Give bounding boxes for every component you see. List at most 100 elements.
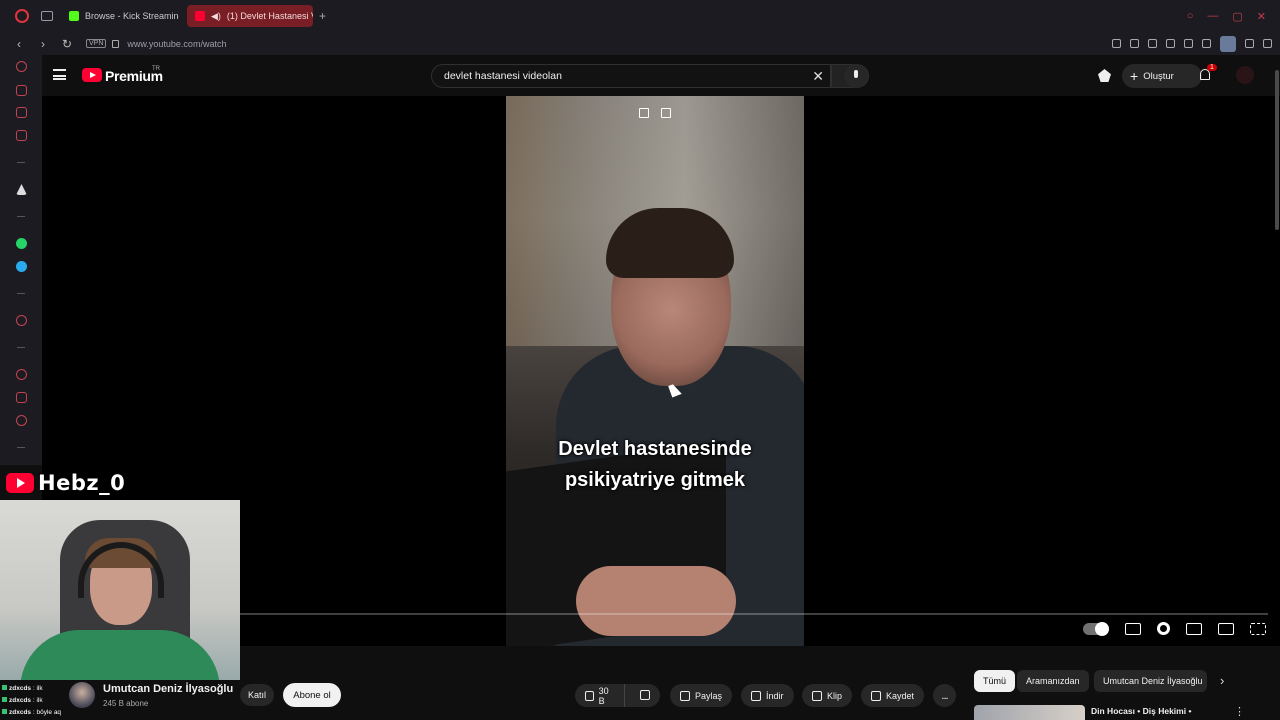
download-arrow-icon (751, 690, 761, 701)
save-button[interactable]: Kaydet (861, 684, 925, 707)
video-frame[interactable]: Devlet hastanesinde psikiyatriye gitmek (506, 96, 804, 646)
clip-label: Klip (827, 690, 843, 701)
cast-icon[interactable] (1098, 69, 1111, 82)
create-label: Oluştur (1143, 70, 1174, 82)
like-count: 30 B (598, 685, 609, 706)
copy-link-icon[interactable] (639, 108, 649, 118)
player-icon[interactable] (16, 315, 27, 326)
lock-icon[interactable] (112, 39, 120, 48)
chip-all[interactable]: Tümü (974, 670, 1016, 692)
recommended-video-thumbnail[interactable] (974, 705, 1085, 720)
chevron-right-icon[interactable]: › (1220, 673, 1224, 688)
extensions-sidebar-icon[interactable] (16, 392, 27, 403)
page-scrollbar[interactable] (1275, 70, 1279, 230)
browser-sidebar (0, 55, 42, 465)
region-code: TR (152, 66, 160, 72)
bookmark-icon[interactable] (1112, 39, 1121, 48)
new-tab-button[interactable]: + (319, 9, 326, 23)
video-hand (576, 566, 736, 636)
chat-icon[interactable] (16, 107, 27, 118)
miniplayer-icon[interactable] (1186, 622, 1202, 635)
youtube-logo-icon[interactable] (82, 68, 102, 82)
telegram-icon[interactable] (16, 261, 27, 272)
channel-avatar[interactable] (69, 682, 95, 708)
chip-from-search[interactable]: Aramanızdan (1017, 670, 1089, 692)
tab-label: (1) Devlet Hastanesi V (226, 11, 313, 21)
minimize-icon[interactable]: — (1207, 10, 1218, 23)
like-button[interactable]: 30 B (575, 684, 625, 707)
share-button[interactable]: Paylaş (670, 684, 733, 707)
youtube-badge-icon (6, 473, 34, 493)
hamburger-menu-icon[interactable] (53, 69, 66, 80)
search-query[interactable]: devlet hastanesi videolan (444, 70, 562, 82)
chat-line: zdxcds : ilk (2, 683, 61, 695)
close-icon[interactable]: ✕ (1257, 10, 1266, 23)
video-top-icons (639, 108, 671, 118)
subtitles-icon[interactable] (1125, 622, 1141, 635)
settings-gear-icon[interactable] (1157, 622, 1170, 635)
kick-icon (69, 11, 79, 21)
workspaces-icon[interactable] (41, 11, 53, 21)
search-input[interactable]: devlet hastanesi videolan ✕ (431, 64, 831, 88)
snapshot-icon[interactable] (1130, 39, 1139, 48)
clip-button[interactable]: Klip (802, 684, 853, 707)
join-button[interactable]: Katıl (240, 684, 274, 706)
sidebar-divider (17, 293, 25, 294)
download-button[interactable]: İndir (741, 684, 794, 707)
tab-youtube[interactable]: ◀) (1) Devlet Hastanesi V (187, 5, 313, 27)
share-label: Paylaş (695, 690, 723, 701)
sidebar-divider (17, 162, 25, 163)
play-icon[interactable] (1166, 39, 1175, 48)
bookmark-save-icon (871, 690, 881, 701)
settings-icon[interactable] (16, 415, 27, 426)
maximize-icon[interactable]: ▢ (1232, 10, 1242, 23)
more-actions-button[interactable]: ... (933, 684, 956, 707)
progress-bar[interactable] (238, 613, 1268, 615)
fullscreen-icon[interactable] (1250, 622, 1266, 635)
sidebar-divider (17, 447, 25, 448)
whatsapp-icon[interactable] (16, 238, 27, 249)
search-tabs-icon[interactable]: ○ (1187, 10, 1194, 23)
url-field[interactable]: www.youtube.com/watch (127, 39, 226, 49)
extensions-icon[interactable] (1202, 39, 1211, 48)
account-avatar[interactable] (1236, 66, 1254, 84)
recommended-video-title[interactable]: Din Hocası • Diş Hekimi • (1091, 706, 1191, 716)
mail-icon[interactable] (16, 130, 27, 141)
aria-icon[interactable] (16, 61, 27, 72)
ai-icon[interactable] (16, 184, 27, 195)
streamer-handle: Hebz_0 (38, 471, 126, 495)
share-icon[interactable] (661, 108, 671, 118)
shield-icon[interactable] (1148, 39, 1157, 48)
webcam-overlay (0, 500, 240, 680)
chat-line: zdxcds : ilk (2, 695, 61, 707)
opera-logo-icon[interactable] (15, 9, 29, 23)
dislike-button[interactable] (630, 689, 660, 702)
autoplay-toggle[interactable] (1083, 621, 1109, 636)
sidebar-divider (17, 347, 25, 348)
speaker-icon[interactable]: ◀) (211, 11, 221, 22)
voice-search-icon[interactable] (844, 64, 868, 88)
window-controls: ○ — ▢ ✕ (1187, 10, 1266, 23)
back-icon[interactable]: ‹ (14, 37, 24, 51)
chip-channel[interactable]: Umutcan Deniz İlyasoğlu (1094, 670, 1207, 692)
subscribe-button[interactable]: Abone ol (283, 683, 341, 707)
chat-overlay: zdxcds : ilk zdxcds : ilk zdxcds : böyle… (2, 683, 61, 719)
vpn-badge[interactable]: VPN (86, 39, 107, 48)
workspace-icon[interactable] (16, 85, 27, 96)
kebab-menu-icon[interactable]: ⋮ (1234, 705, 1245, 718)
caption-line-2: psikiyatriye gitmek (564, 469, 746, 491)
theater-mode-icon[interactable] (1218, 622, 1234, 635)
heart-icon[interactable] (1184, 39, 1193, 48)
forward-icon[interactable]: › (38, 37, 48, 51)
extensions-area (1112, 35, 1272, 52)
menu-icon[interactable] (1263, 39, 1272, 48)
reload-icon[interactable]: ↻ (62, 37, 72, 51)
tab-kick[interactable]: Browse - Kick Streaming (61, 5, 179, 27)
channel-name[interactable]: Umutcan Deniz İlyasoğlu (103, 683, 233, 695)
thumbs-down-icon (640, 689, 650, 700)
profile-avatar[interactable] (1220, 35, 1236, 52)
create-button[interactable]: + Oluştur (1122, 64, 1202, 88)
download-icon[interactable] (1245, 39, 1254, 48)
clear-search-icon[interactable]: ✕ (812, 68, 824, 85)
history-icon[interactable] (16, 369, 27, 380)
